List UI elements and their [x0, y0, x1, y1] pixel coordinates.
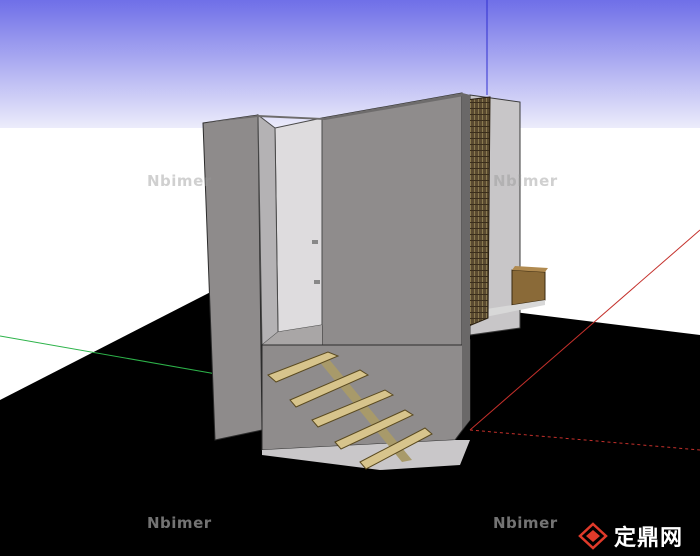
watermark-bottom-right: Nbimer: [493, 514, 558, 532]
main-wall-front: [321, 92, 463, 371]
niche-back: [274, 117, 323, 333]
site-logo: 定鼎网: [578, 519, 683, 553]
sky: [0, 0, 700, 128]
right-wall-edge: [462, 93, 470, 430]
watermark-top-left: Nbimer: [147, 172, 212, 190]
side-cabinet: [511, 269, 546, 306]
watermark-top-right: Nbimer: [493, 172, 558, 190]
watermark-bottom-left: Nbimer: [147, 514, 212, 532]
logo-icon: [578, 522, 608, 550]
niche-left: [257, 113, 279, 347]
logo-text: 定鼎网: [614, 526, 684, 551]
3d-viewport[interactable]: Nbimer Nbimer Nbimer Nbimer 定鼎网: [0, 0, 700, 556]
niche-fixture: [312, 240, 318, 244]
niche-fixture: [314, 280, 320, 284]
scene-canvas: [0, 0, 700, 556]
